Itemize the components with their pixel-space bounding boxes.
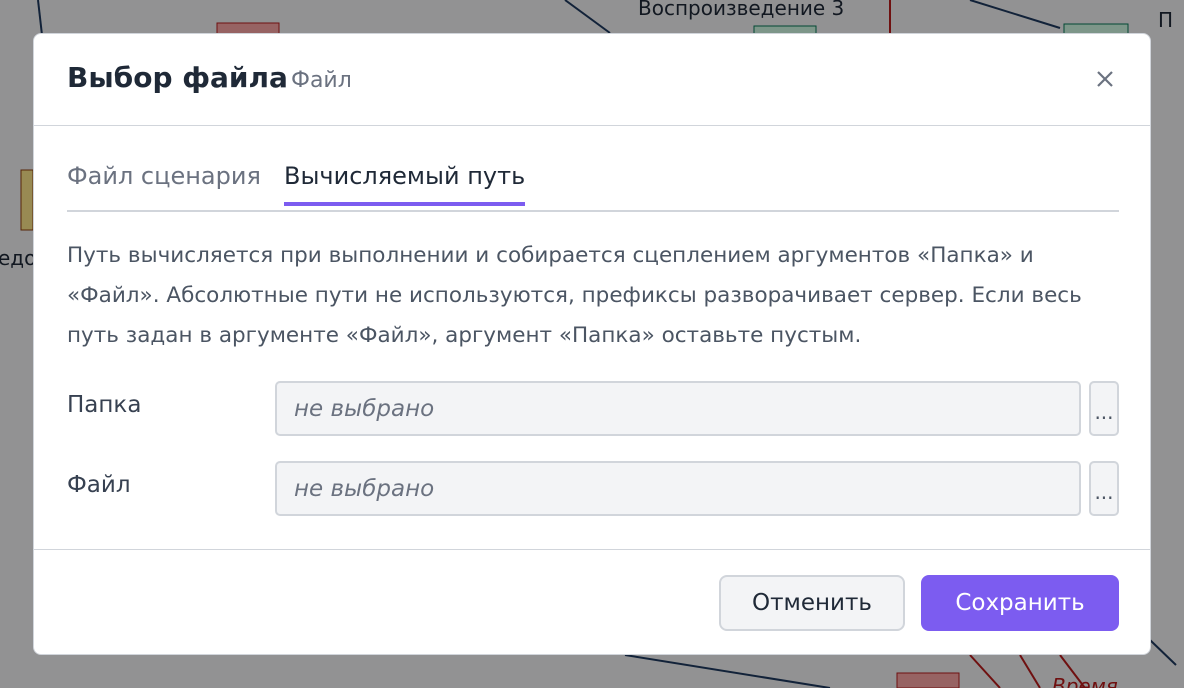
close-button[interactable] (1088, 62, 1122, 96)
tab-computed-path[interactable]: Вычисляемый путь (284, 162, 526, 206)
close-icon (1097, 71, 1113, 87)
dialog-footer: Отменить Сохранить (34, 549, 1150, 654)
cancel-button[interactable]: Отменить (719, 575, 905, 631)
file-input[interactable] (275, 461, 1081, 516)
help-text: Путь вычисляется при выполнении и собира… (67, 243, 1082, 348)
folder-browse-button[interactable]: ... (1089, 381, 1119, 436)
dialog-subtitle: Файл (291, 68, 352, 93)
folder-label: Папка (67, 392, 142, 418)
folder-input[interactable] (275, 381, 1081, 436)
file-label: Файл (67, 472, 131, 498)
dialog-title: Выбор файла (67, 61, 288, 94)
file-select-dialog: Выбор файла Файл Файл сценария Вычисляем… (33, 33, 1151, 655)
file-browse-button[interactable]: ... (1089, 461, 1119, 516)
tab-bar: Файл сценария Вычисляемый путь (67, 160, 1119, 212)
dialog-header: Выбор файла Файл (34, 34, 1150, 126)
tab-script-file[interactable]: Файл сценария (67, 162, 261, 202)
save-button[interactable]: Сохранить (921, 575, 1119, 631)
